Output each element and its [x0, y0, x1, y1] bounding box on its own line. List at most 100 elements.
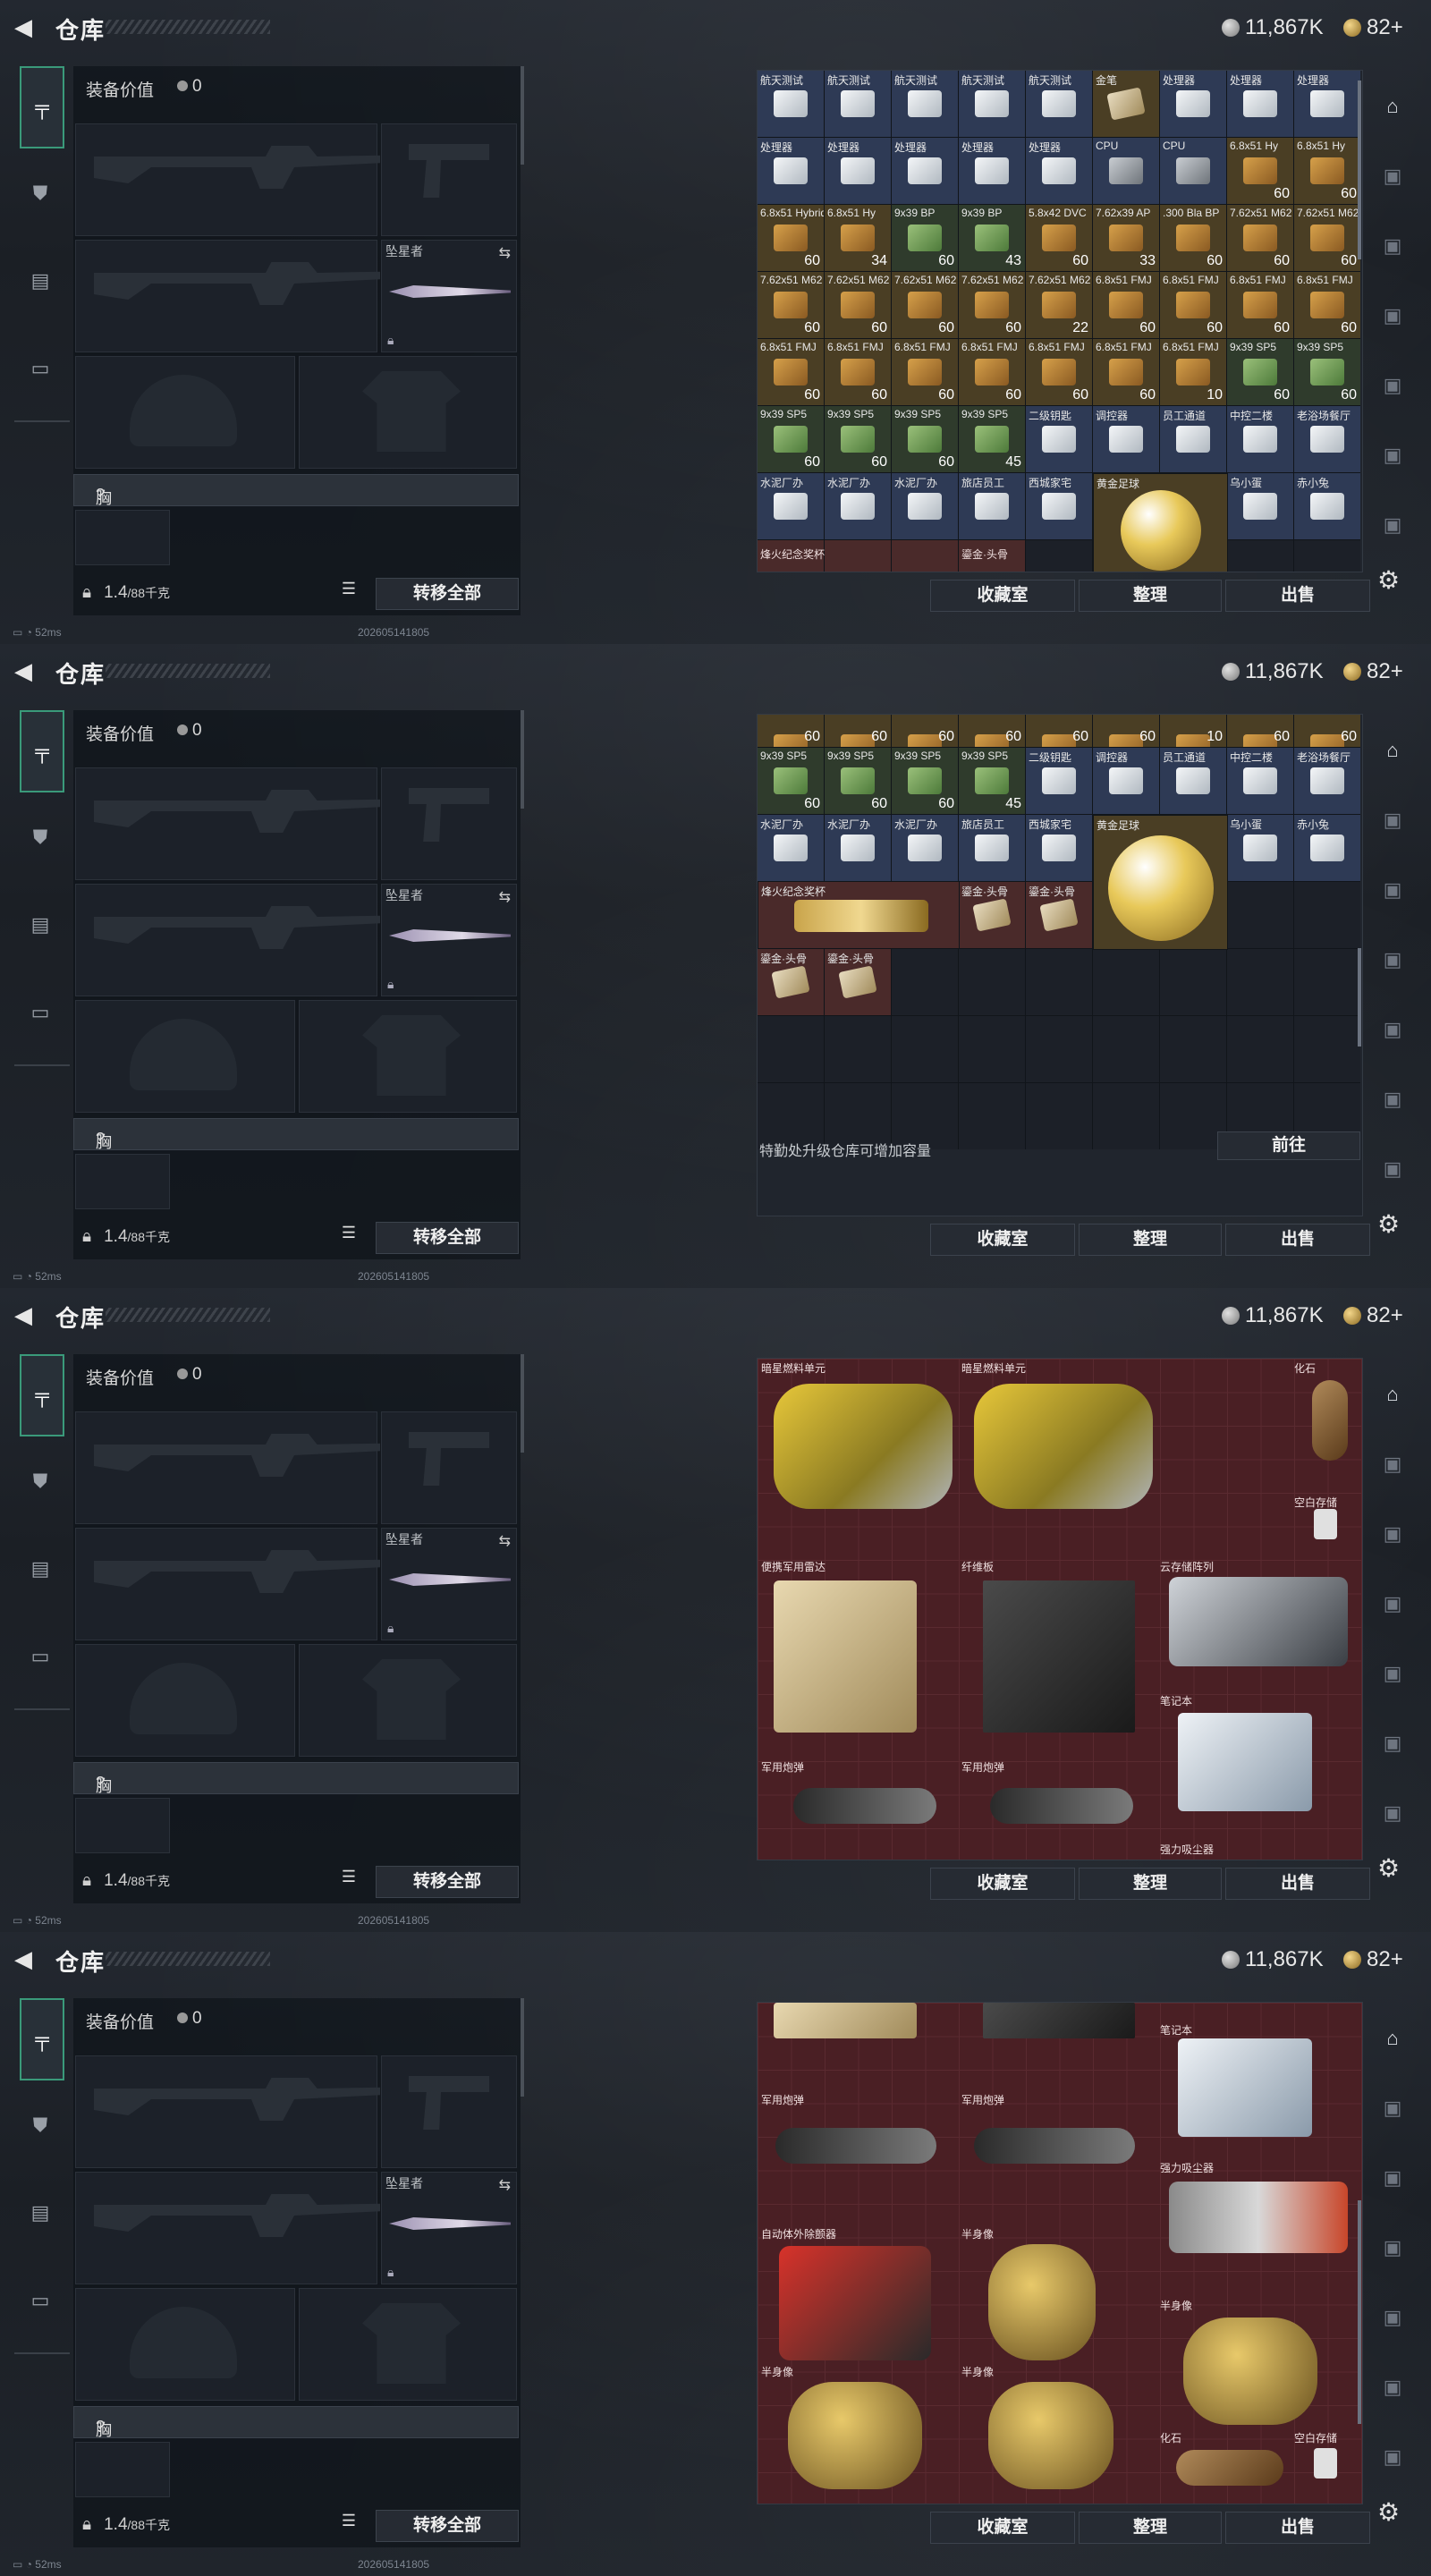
stash-item[interactable]: 中控二楼 — [1227, 748, 1293, 814]
stash-page-5-icon[interactable]: ▣ — [1372, 365, 1413, 406]
sidearm-slot[interactable] — [381, 2055, 517, 2168]
stash-item[interactable]: 6.8x51 Hy 34 — [825, 205, 891, 271]
primary-weapon-slot[interactable] — [75, 767, 380, 880]
stash-item[interactable]: 水泥厂办 — [825, 815, 891, 881]
stash-item[interactable]: 9x39 SP5 60 — [758, 748, 824, 814]
stash-scrollbar[interactable] — [1358, 2200, 1361, 2424]
stash-item[interactable]: 乌小蛋 — [1227, 815, 1293, 881]
stash-item[interactable]: 7.62x51 M62 60 — [1227, 205, 1293, 271]
stash-item[interactable]: 6.8x51 FMJ 60 — [758, 339, 824, 405]
sidearm-slot[interactable] — [381, 123, 517, 236]
empty-slot[interactable] — [1294, 540, 1360, 572]
swap-icon[interactable]: ⇆ — [499, 888, 511, 906]
stash-item[interactable]: 6.8x51 FMJ 60 — [1026, 339, 1092, 405]
stash-page-3-icon[interactable]: ▣ — [1372, 225, 1413, 267]
tab-weapons[interactable]: ╤ — [20, 66, 64, 148]
empty-slot[interactable] — [825, 1016, 891, 1082]
organize-button[interactable]: 整理 — [1079, 580, 1222, 612]
primary-weapon-slot[interactable] — [75, 2055, 380, 2168]
empty-slot[interactable] — [758, 1016, 824, 1082]
stash-item[interactable]: 调控器 — [1093, 406, 1159, 472]
list-icon[interactable]: ☰ — [338, 1224, 360, 1245]
secondary-weapon-slot[interactable] — [75, 1528, 380, 1640]
empty-slot[interactable] — [1227, 882, 1293, 948]
sell-button[interactable]: 出售 — [1225, 1868, 1370, 1900]
settings-gear-icon[interactable]: ⚙ — [1377, 1209, 1400, 1239]
trophy-item[interactable] — [892, 540, 958, 572]
tab-armor[interactable]: ⛊ — [20, 1442, 61, 1521]
stash-item[interactable]: 西城家宅 — [1026, 473, 1092, 539]
stash-item[interactable]: 9x39 SP5 45 — [959, 748, 1025, 814]
stash-item[interactable]: 6.8x51 FMJ 60 — [1093, 339, 1159, 405]
stash-item[interactable]: 处理器 — [1160, 71, 1226, 137]
golden-football-item[interactable]: 黄金足球 — [1093, 473, 1228, 572]
stash-page-3-icon[interactable]: ▣ — [1372, 869, 1413, 911]
tab-backpack[interactable]: ▤ — [20, 2174, 61, 2252]
stash-item[interactable]: .300 Bla BP 60 — [1160, 205, 1226, 271]
chest-rig-hint-icon[interactable]: ? — [96, 1130, 105, 1148]
shell-icon[interactable] — [990, 1788, 1133, 1824]
melee-slot[interactable]: 坠星者 ⇆ 🔒︎ — [381, 1528, 517, 1640]
stash-page-2-icon[interactable]: ▣ — [1372, 156, 1413, 197]
tab-backpack[interactable]: ▤ — [20, 886, 61, 964]
bust-icon[interactable] — [988, 2382, 1113, 2489]
empty-slot[interactable] — [1294, 1016, 1360, 1082]
stash-item[interactable]: 6.8x51 Hy 60 — [1227, 138, 1293, 204]
list-icon[interactable]: ☰ — [338, 2512, 360, 2533]
stash-item[interactable]: 6.8x51 FMJ 60 — [959, 339, 1025, 405]
back-arrow-icon[interactable]: ◀ — [14, 1302, 39, 1327]
stash-item[interactable]: 西城家宅 — [1026, 815, 1092, 881]
stash-main-icon[interactable]: ⌂ — [1372, 2018, 1413, 2059]
equip-scrollbar[interactable] — [521, 1354, 524, 1453]
bust-icon[interactable] — [988, 2244, 1096, 2360]
stash-item[interactable]: 9x39 SP5 60 — [892, 406, 958, 472]
stash-item[interactable]: 航天测试 — [959, 71, 1025, 137]
tab-weapons[interactable]: ╤ — [20, 710, 64, 792]
stash-item[interactable]: 处理器 — [758, 138, 824, 204]
stash-item[interactable]: 老浴场餐厅 — [1294, 406, 1360, 472]
primary-weapon-slot[interactable] — [75, 1411, 380, 1524]
empty-slot[interactable] — [1026, 540, 1092, 572]
stash-item[interactable]: 水泥厂办 — [825, 473, 891, 539]
empty-slot[interactable] — [1227, 949, 1293, 1015]
stash-page-6-icon[interactable]: ▣ — [1372, 1723, 1413, 1764]
empty-slot[interactable] — [892, 1016, 958, 1082]
fossil-icon[interactable] — [1312, 1380, 1348, 1461]
bust-icon[interactable] — [788, 2382, 922, 2489]
cloud-array-icon[interactable] — [1169, 1577, 1348, 1666]
stash-item[interactable]: 员工通道 — [1160, 406, 1226, 472]
list-icon[interactable]: ☰ — [338, 580, 360, 601]
empty-slot[interactable] — [1227, 540, 1293, 572]
fiber-board-icon[interactable] — [983, 1580, 1135, 1733]
sell-button[interactable]: 出售 — [1225, 580, 1370, 612]
stash-item[interactable]: 9x39 BP 60 — [892, 205, 958, 271]
helmet-slot[interactable] — [75, 1000, 295, 1113]
stash-item[interactable]: 调控器 — [1093, 748, 1159, 814]
stash-item[interactable]: CPU — [1093, 138, 1159, 204]
laptop-icon[interactable] — [1178, 1713, 1312, 1811]
stash-item[interactable]: 7.62x51 M62 60 — [1294, 205, 1360, 271]
tab-case[interactable]: ▭ — [20, 1617, 61, 1696]
stash-item[interactable]: 水泥厂办 — [892, 815, 958, 881]
stash-item[interactable]: 二级钥匙 — [1026, 748, 1092, 814]
chest-rig-hint-icon[interactable]: ? — [96, 1774, 105, 1792]
goto-button[interactable]: 前往 — [1217, 1131, 1360, 1160]
back-arrow-icon[interactable]: ◀ — [14, 1946, 39, 1971]
stash-item[interactable]: 60 — [1227, 715, 1293, 747]
empty-slot[interactable] — [1160, 1016, 1226, 1082]
swap-icon[interactable]: ⇆ — [499, 2176, 511, 2194]
stash-item[interactable]: 鎏金·头骨 — [1026, 882, 1092, 948]
empty-slot[interactable] — [959, 1016, 1025, 1082]
laptop-icon[interactable] — [1178, 2038, 1312, 2137]
melee-slot[interactable]: 坠星者 ⇆ 🔒︎ — [381, 884, 517, 996]
stash-item[interactable]: 处理器 — [1294, 71, 1360, 137]
stash-item[interactable]: 处理器 — [1227, 71, 1293, 137]
storage-icon[interactable] — [1314, 2448, 1337, 2479]
stash-item[interactable]: 处理器 — [959, 138, 1025, 204]
tab-armor[interactable]: ⛊ — [20, 2086, 61, 2165]
shell-icon[interactable] — [793, 1788, 936, 1824]
stash-item[interactable]: 航天测试 — [892, 71, 958, 137]
stash-item[interactable]: 旅店员工 — [959, 815, 1025, 881]
rig-slot[interactable] — [75, 1154, 170, 1209]
empty-slot[interactable] — [1093, 949, 1159, 1015]
